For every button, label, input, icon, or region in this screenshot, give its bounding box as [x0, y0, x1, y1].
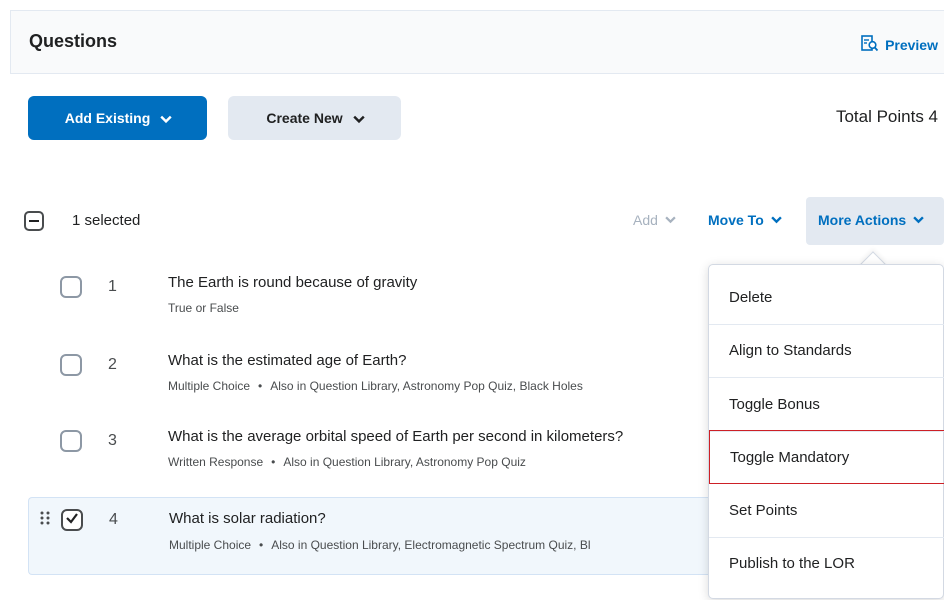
selected-count: 1 selected: [72, 212, 141, 229]
page-title: Questions: [29, 31, 118, 51]
chevron-down-icon: [352, 113, 365, 124]
separator-dot: •: [258, 379, 263, 393]
create-new-button[interactable]: Create New: [228, 96, 401, 140]
question-meta: Multiple Choice • Also in Question Library…: [169, 538, 591, 552]
chevron-down-icon: [665, 212, 676, 228]
question-number: 4: [109, 511, 118, 528]
menu-item-delete[interactable]: Delete: [709, 271, 944, 325]
move-to-label: Move To: [708, 212, 764, 228]
question-type: Multiple Choice: [169, 538, 252, 552]
question-title[interactable]: What is solar radiation?: [169, 510, 326, 527]
move-to-button[interactable]: Move To: [708, 212, 782, 228]
add-existing-button[interactable]: Add Existing: [28, 96, 207, 140]
question-also-in: Also in Question Library, Electromagneti…: [271, 538, 591, 552]
menu-item-publish-to-lor[interactable]: Publish to the LOR: [709, 536, 944, 590]
more-actions-menu: Delete Align to Standards Toggle Bonus T…: [708, 264, 944, 599]
add-action-button[interactable]: Add: [633, 212, 676, 228]
question-checkbox-checked[interactable]: [61, 509, 83, 531]
more-actions-button[interactable]: More Actions: [818, 212, 924, 228]
question-number: 2: [108, 356, 117, 373]
add-action-label: Add: [633, 212, 658, 228]
more-actions-label: More Actions: [818, 212, 907, 228]
separator-dot: •: [259, 538, 264, 552]
questions-header: Questions Preview: [10, 10, 944, 74]
question-checkbox[interactable]: [60, 354, 82, 376]
question-meta: Written Response • Also in Question Librar…: [168, 455, 526, 469]
preview-magnifier-icon: [861, 34, 879, 55]
menu-item-toggle-bonus[interactable]: Toggle Bonus: [709, 378, 944, 432]
checkmark-icon: [65, 511, 79, 530]
question-type: Multiple Choice: [168, 379, 251, 393]
question-also-in: Also in Question Library, Astronomy Pop …: [270, 379, 583, 393]
question-also-in: Also in Question Library, Astronomy Pop …: [283, 455, 526, 469]
preview-label: Preview: [885, 36, 938, 53]
chevron-down-icon: [160, 113, 172, 124]
menu-item-set-points[interactable]: Set Points: [709, 484, 944, 538]
question-meta: True or False: [168, 301, 239, 315]
question-type: Written Response: [168, 455, 264, 469]
cropped-heading: [0, 0, 944, 8]
question-title[interactable]: What is the estimated age of Earth?: [168, 352, 406, 369]
menu-item-toggle-mandatory[interactable]: Toggle Mandatory: [709, 430, 944, 484]
question-title[interactable]: The Earth is round because of gravity: [168, 274, 417, 291]
separator-dot: •: [271, 455, 276, 469]
select-all-checkbox[interactable]: [24, 211, 44, 231]
preview-link[interactable]: Preview: [861, 34, 938, 55]
question-number: 1: [108, 278, 117, 295]
question-number: 3: [108, 432, 117, 449]
create-new-label: Create New: [266, 110, 343, 126]
question-checkbox[interactable]: [60, 430, 82, 452]
indeterminate-dash-icon: [29, 220, 39, 222]
total-points: Total Points 4: [835, 107, 938, 126]
chevron-down-icon: [913, 212, 924, 228]
question-type: True or False: [168, 301, 239, 315]
add-existing-label: Add Existing: [64, 110, 151, 126]
chevron-down-icon: [770, 212, 782, 228]
question-meta: Multiple Choice • Also in Question Library…: [168, 379, 583, 393]
question-checkbox[interactable]: [60, 276, 82, 298]
menu-item-align-to-standards[interactable]: Align to Standards: [709, 324, 944, 378]
drag-handle-icon[interactable]: [39, 510, 51, 526]
question-title[interactable]: What is the average orbital speed of Ear…: [168, 428, 623, 445]
